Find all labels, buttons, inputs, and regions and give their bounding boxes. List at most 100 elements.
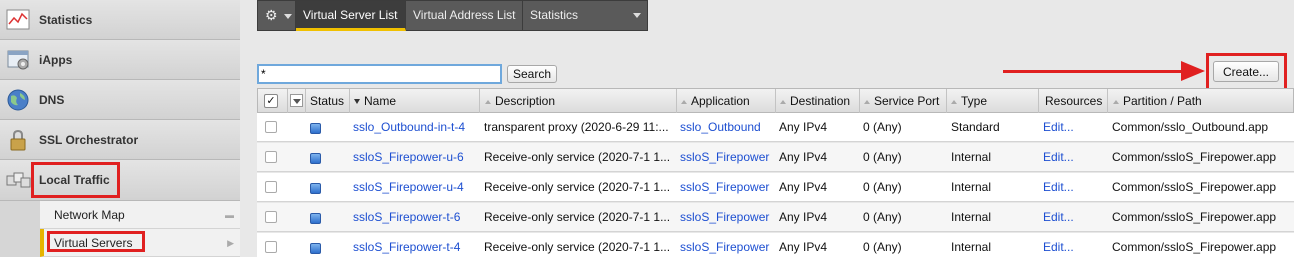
sidebar-item-dns[interactable]: DNS	[0, 80, 240, 120]
status-available-icon	[310, 123, 321, 134]
table-row[interactable]: sslo_Outbound-in-t-4 transparent proxy (…	[257, 113, 1294, 142]
row-partition: Common/ssloS_Firepower.app	[1112, 180, 1277, 194]
row-checkbox[interactable]	[265, 211, 277, 223]
row-type: Standard	[951, 120, 1000, 134]
row-description: Receive-only service (2020-7-1 1...	[484, 180, 671, 194]
grip-icon: ▬	[225, 210, 234, 220]
column-status[interactable]: Status	[306, 89, 350, 113]
table-row[interactable]: ssloS_Firepower-u-4 Receive-only service…	[257, 173, 1294, 202]
row-resources-edit-link[interactable]: Edit...	[1043, 143, 1107, 172]
gear-menu-button[interactable]: ⚙	[258, 1, 296, 31]
row-description: Receive-only service (2020-7-1 1...	[484, 240, 671, 254]
row-application-link[interactable]: ssloS_Firepower	[680, 173, 775, 202]
chevron-down-icon	[293, 99, 301, 104]
column-label: Name	[364, 94, 397, 108]
sidebar-item-label: SSL Orchestrator	[39, 132, 139, 147]
row-application-link[interactable]: ssloS_Firepower	[680, 143, 775, 172]
sort-icon	[951, 100, 957, 104]
row-resources-edit-link[interactable]: Edit...	[1043, 113, 1107, 142]
sidebar-item-label: iApps	[39, 52, 73, 67]
chevron-down-icon	[633, 13, 641, 18]
row-destination: Any IPv4	[779, 210, 828, 224]
search-button[interactable]: Search	[507, 65, 557, 83]
row-description: Receive-only service (2020-7-1 1...	[484, 150, 671, 164]
create-button[interactable]: Create...	[1213, 61, 1279, 82]
column-service-port[interactable]: Service Port	[860, 89, 947, 113]
statistics-icon	[6, 8, 32, 32]
row-destination: Any IPv4	[779, 150, 828, 164]
sidebar-item-iapps[interactable]: iApps	[0, 40, 240, 80]
sidebar-item-ssl-orchestrator[interactable]: SSL Orchestrator	[0, 120, 240, 160]
row-application-link[interactable]: ssloS_Firepower	[680, 203, 775, 232]
sort-icon	[485, 100, 491, 104]
select-all-header[interactable]: ✓	[258, 89, 288, 113]
row-resources-edit-link[interactable]: Edit...	[1043, 173, 1107, 202]
table-header: ✓ Status Name Description Application De…	[257, 88, 1294, 113]
row-type: Internal	[951, 240, 992, 254]
row-application-link[interactable]: sslo_Outbound	[680, 113, 775, 142]
status-available-icon	[310, 153, 321, 164]
tab-virtual-server-list[interactable]: Virtual Server List	[296, 1, 406, 31]
row-destination: Any IPv4	[779, 180, 828, 194]
column-type[interactable]: Type	[947, 89, 1039, 113]
row-name-link[interactable]: sslo_Outbound-in-t-4	[353, 113, 479, 142]
tab-statistics[interactable]: Statistics	[523, 1, 647, 31]
column-partition[interactable]: Partition / Path	[1108, 89, 1294, 113]
tab-label: Virtual Address List	[413, 8, 516, 22]
row-checkbox[interactable]	[265, 121, 277, 133]
app-root: Statistics iApps DNS SSL Orchestrator Lo…	[0, 0, 1294, 257]
row-name-link[interactable]: ssloS_Firepower-t-4	[353, 233, 479, 257]
row-name-link[interactable]: ssloS_Firepower-t-6	[353, 203, 479, 232]
row-checkbox[interactable]	[265, 181, 277, 193]
row-checkbox[interactable]	[265, 241, 277, 253]
sidebar-item-statistics[interactable]: Statistics	[0, 0, 240, 40]
row-service-port: 0 (Any)	[863, 210, 902, 224]
sidebar-subitem-network-map[interactable]: Network Map ▬	[40, 201, 240, 229]
tab-bar: ⚙ Virtual Server List Virtual Address Li…	[257, 0, 648, 31]
sidebar-subitem-label: Network Map	[54, 207, 125, 222]
sort-icon	[864, 100, 870, 104]
table-row[interactable]: ssloS_Firepower-t-6 Receive-only service…	[257, 203, 1294, 232]
row-name-link[interactable]: ssloS_Firepower-u-6	[353, 143, 479, 172]
row-service-port: 0 (Any)	[863, 120, 902, 134]
row-destination: Any IPv4	[779, 120, 828, 134]
sidebar-item-label: DNS	[39, 92, 65, 107]
column-label: Resources	[1045, 94, 1103, 108]
row-description: transparent proxy (2020-6-29 11:...	[484, 120, 669, 134]
column-destination[interactable]: Destination	[776, 89, 860, 113]
status-filter-header[interactable]	[288, 89, 306, 113]
column-name[interactable]: Name	[350, 89, 480, 113]
row-type: Internal	[951, 210, 992, 224]
status-available-icon	[310, 213, 321, 224]
tab-label: Statistics	[530, 8, 579, 22]
table-row[interactable]: ssloS_Firepower-u-6 Receive-only service…	[257, 143, 1294, 172]
sort-icon	[1113, 100, 1119, 104]
row-service-port: 0 (Any)	[863, 150, 902, 164]
column-application[interactable]: Application	[677, 89, 776, 113]
tab-label: Virtual Server List	[303, 8, 398, 22]
row-partition: Common/ssloS_Firepower.app	[1112, 210, 1277, 224]
select-all-checkbox[interactable]: ✓	[264, 94, 278, 108]
status-available-icon	[310, 243, 321, 254]
row-resources-edit-link[interactable]: Edit...	[1043, 203, 1107, 232]
arrow-head-icon	[1181, 61, 1205, 81]
column-label: Type	[961, 94, 988, 108]
sidebar: Statistics iApps DNS SSL Orchestrator Lo…	[0, 0, 240, 257]
column-label: Description	[495, 94, 556, 108]
sort-desc-icon	[354, 99, 360, 104]
table-row[interactable]: ssloS_Firepower-t-4 Receive-only service…	[257, 233, 1294, 257]
row-resources-edit-link[interactable]: Edit...	[1043, 233, 1107, 257]
search-button-label: Search	[512, 67, 552, 81]
row-partition: Common/sslo_Outbound.app	[1112, 120, 1269, 134]
tab-virtual-address-list[interactable]: Virtual Address List	[406, 1, 523, 31]
row-name-link[interactable]: ssloS_Firepower-u-4	[353, 173, 479, 202]
row-checkbox[interactable]	[265, 151, 277, 163]
highlight-virtual-servers	[47, 231, 145, 252]
search-input[interactable]	[257, 64, 502, 84]
row-application-link[interactable]: ssloS_Firepower	[680, 233, 775, 257]
dns-globe-icon	[6, 88, 32, 112]
row-partition: Common/ssloS_Firepower.app	[1112, 150, 1277, 164]
column-description[interactable]: Description	[480, 89, 677, 113]
chevron-right-icon: ▶	[227, 238, 234, 248]
iapps-icon	[6, 48, 32, 72]
